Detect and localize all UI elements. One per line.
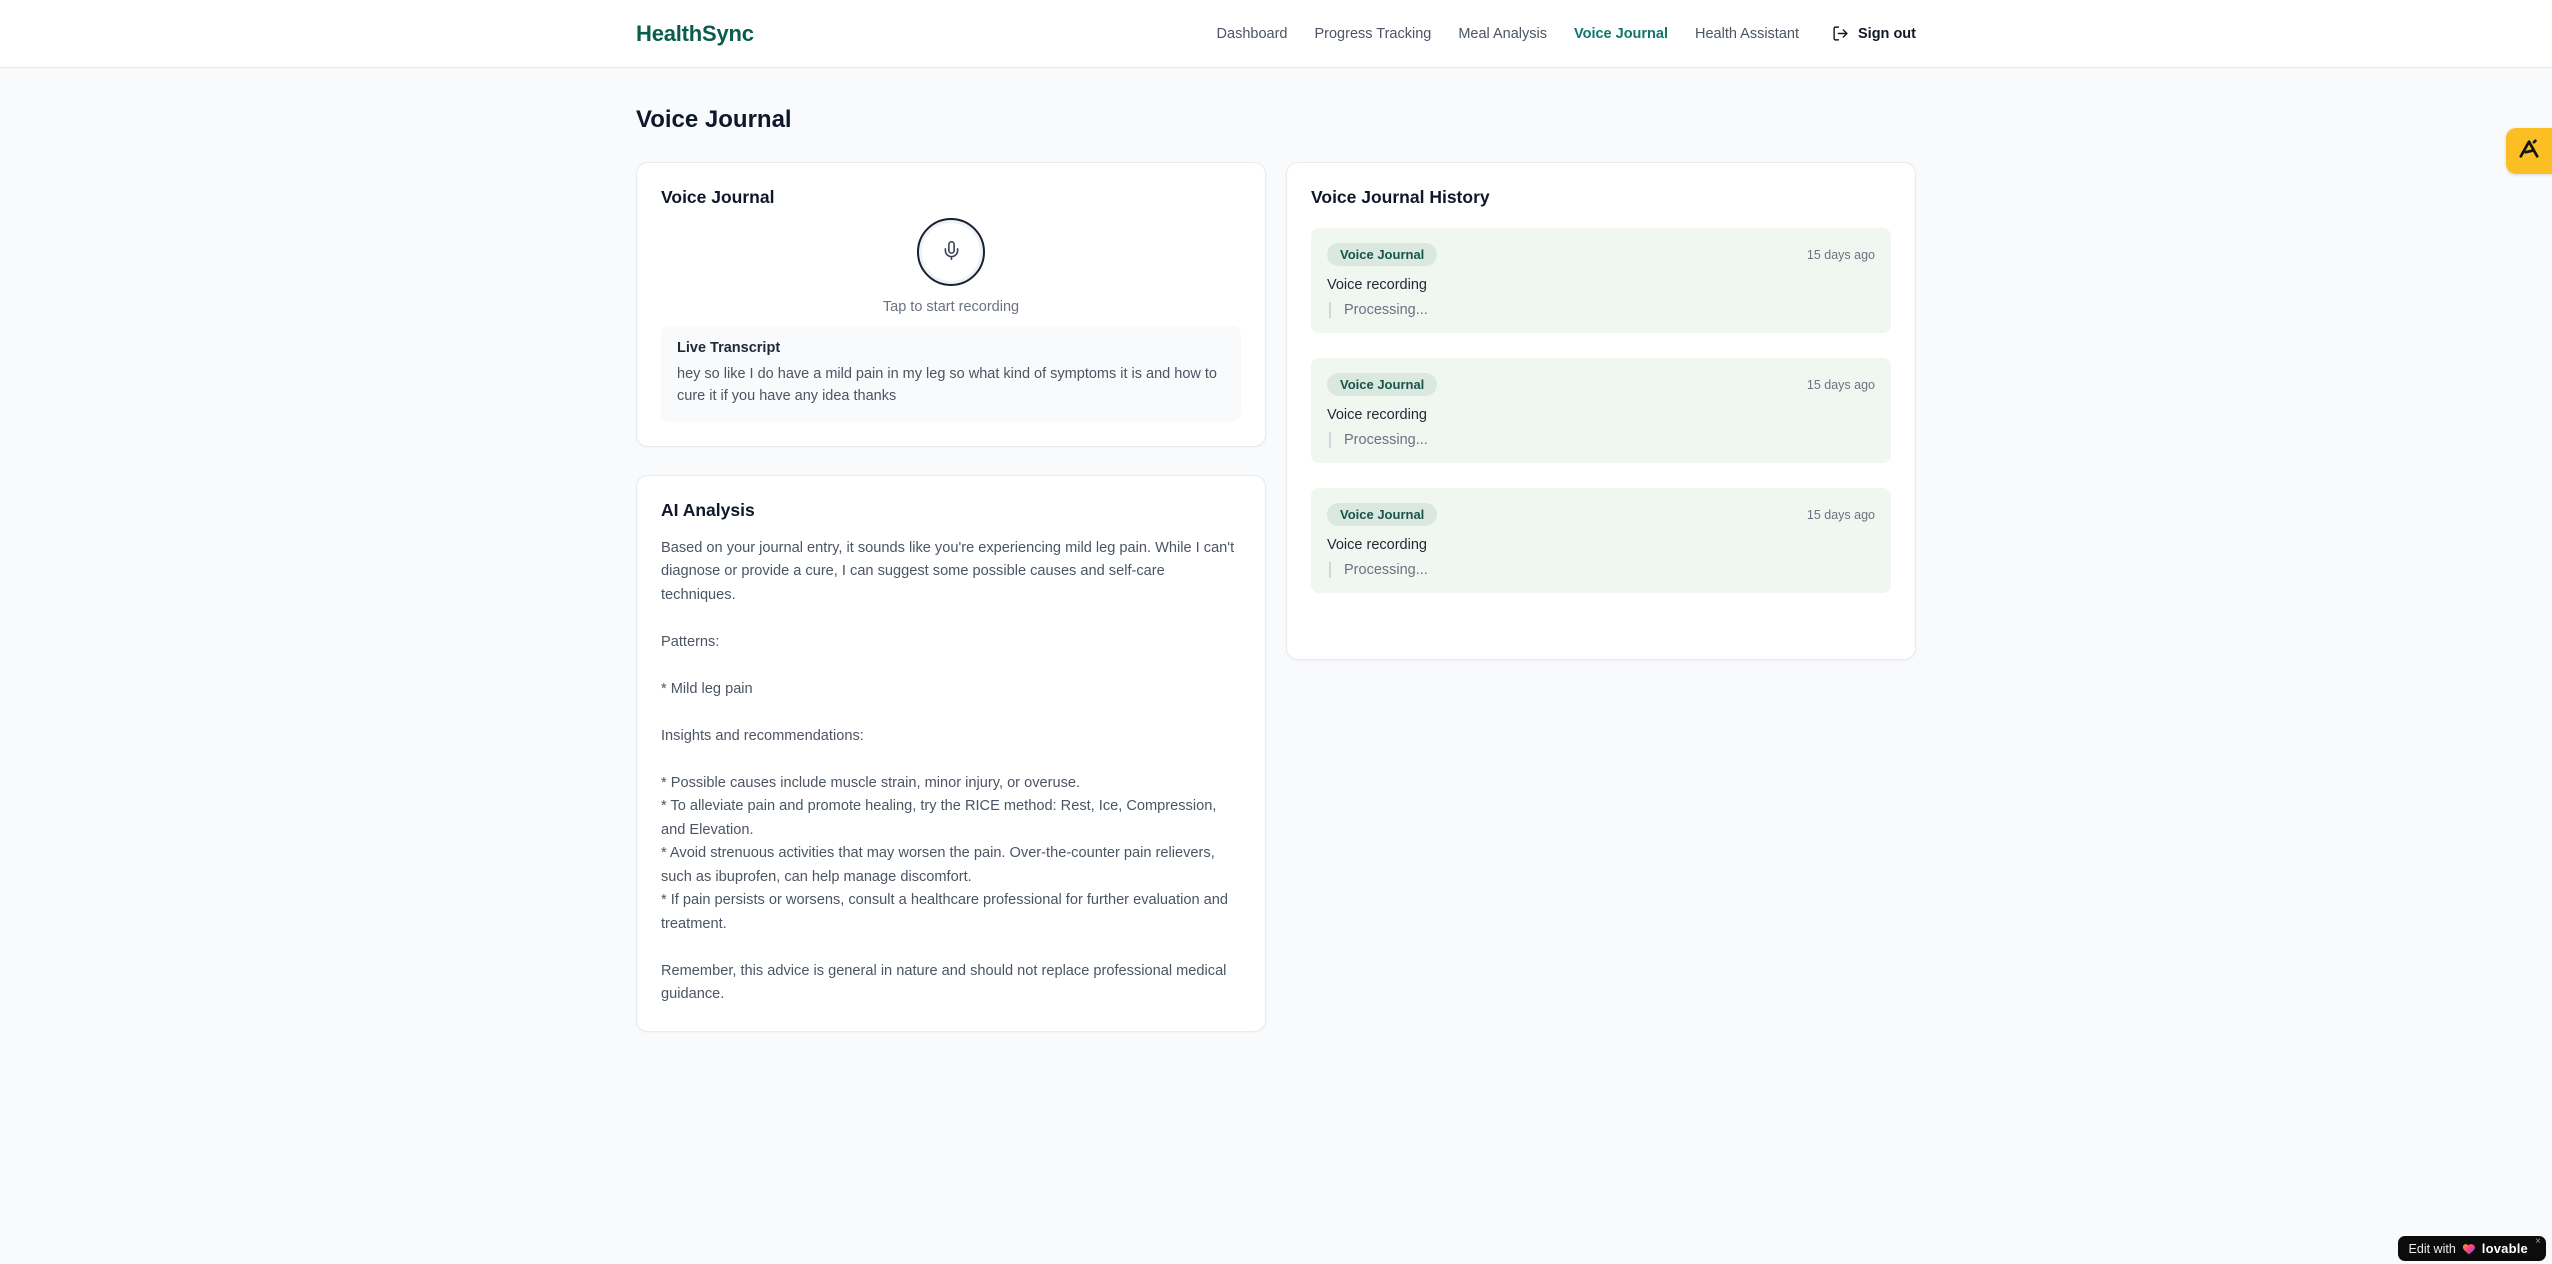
lovable-heart-icon <box>2462 1242 2476 1255</box>
transcript-text: hey so like I do have a mild pain in my … <box>677 366 1217 405</box>
voice-journal-history-card: Voice Journal History Voice Journal 15 d… <box>1286 162 1916 660</box>
brand-logo[interactable]: HealthSync <box>636 21 754 47</box>
logout-icon <box>1832 25 1849 42</box>
transcript-title: Live Transcript <box>677 340 781 356</box>
left-column: Voice Journal Tap to start recording Liv… <box>636 162 1266 1032</box>
voice-recorder-card: Voice Journal Tap to start recording Liv… <box>636 162 1266 447</box>
nav-item-voice-journal[interactable]: Voice Journal <box>1574 26 1668 42</box>
entry-label: Voice recording <box>1327 277 1427 293</box>
main-nav: Dashboard Progress Tracking Meal Analysi… <box>1217 25 1916 42</box>
page-title: Voice Journal <box>636 106 792 133</box>
launch-badge-logo-icon <box>2518 138 2540 164</box>
sign-out-label: Sign out <box>1858 25 1916 42</box>
entry-status: Processing... <box>1329 562 1875 578</box>
history-entry[interactable]: Voice Journal 15 days ago Voice recordin… <box>1311 488 1891 593</box>
lovable-badge-brand: lovable <box>2481 1241 2528 1256</box>
edit-with-lovable-badge[interactable]: Edit with lovable × <box>2397 1236 2546 1261</box>
microphone-icon <box>941 240 962 264</box>
record-button[interactable] <box>917 218 985 286</box>
right-column: Voice Journal History Voice Journal 15 d… <box>1286 162 1916 660</box>
entry-timestamp: 15 days ago <box>1806 247 1875 262</box>
entry-timestamp: 15 days ago <box>1806 507 1875 522</box>
history-entry-list: Voice Journal 15 days ago Voice recordin… <box>1311 228 1891 593</box>
entry-type-badge: Voice Journal <box>1327 503 1438 526</box>
sign-out-button[interactable]: Sign out <box>1832 25 1916 42</box>
analysis-card-title: AI Analysis <box>661 499 755 520</box>
edge-launch-badge[interactable] <box>2506 128 2552 174</box>
lovable-badge-close-icon[interactable]: × <box>2535 1237 2541 1247</box>
history-entry[interactable]: Voice Journal 15 days ago Voice recordin… <box>1311 228 1891 333</box>
entry-type-badge: Voice Journal <box>1327 243 1438 266</box>
entry-timestamp: 15 days ago <box>1806 377 1875 392</box>
nav-item-dashboard[interactable]: Dashboard <box>1217 26 1288 42</box>
entry-status: Processing... <box>1329 302 1875 318</box>
ai-analysis-card: AI Analysis Based on your journal entry,… <box>636 474 1266 1032</box>
recorder-card-title: Voice Journal <box>661 187 775 207</box>
top-navbar: HealthSync Dashboard Progress Tracking M… <box>0 0 2552 68</box>
entry-label: Voice recording <box>1327 537 1427 553</box>
history-card-title: Voice Journal History <box>1311 187 1490 207</box>
nav-item-progress-tracking[interactable]: Progress Tracking <box>1314 26 1431 42</box>
entry-status: Processing... <box>1329 432 1875 448</box>
live-transcript-box: Live Transcript hey so like I do have a … <box>661 326 1241 422</box>
nav-item-meal-analysis[interactable]: Meal Analysis <box>1458 26 1547 42</box>
entry-type-badge: Voice Journal <box>1327 373 1438 396</box>
main-content: Voice Journal Voice Journal Tap to start… <box>636 68 1916 1032</box>
analysis-body-text: Based on your journal entry, it sounds l… <box>661 539 1235 1003</box>
history-entry[interactable]: Voice Journal 15 days ago Voice recordin… <box>1311 358 1891 463</box>
entry-label: Voice recording <box>1327 407 1427 423</box>
recording-hint: Tap to start recording <box>882 299 1020 315</box>
nav-item-health-assistant[interactable]: Health Assistant <box>1695 26 1799 42</box>
lovable-badge-prefix: Edit with <box>2408 1241 2456 1256</box>
